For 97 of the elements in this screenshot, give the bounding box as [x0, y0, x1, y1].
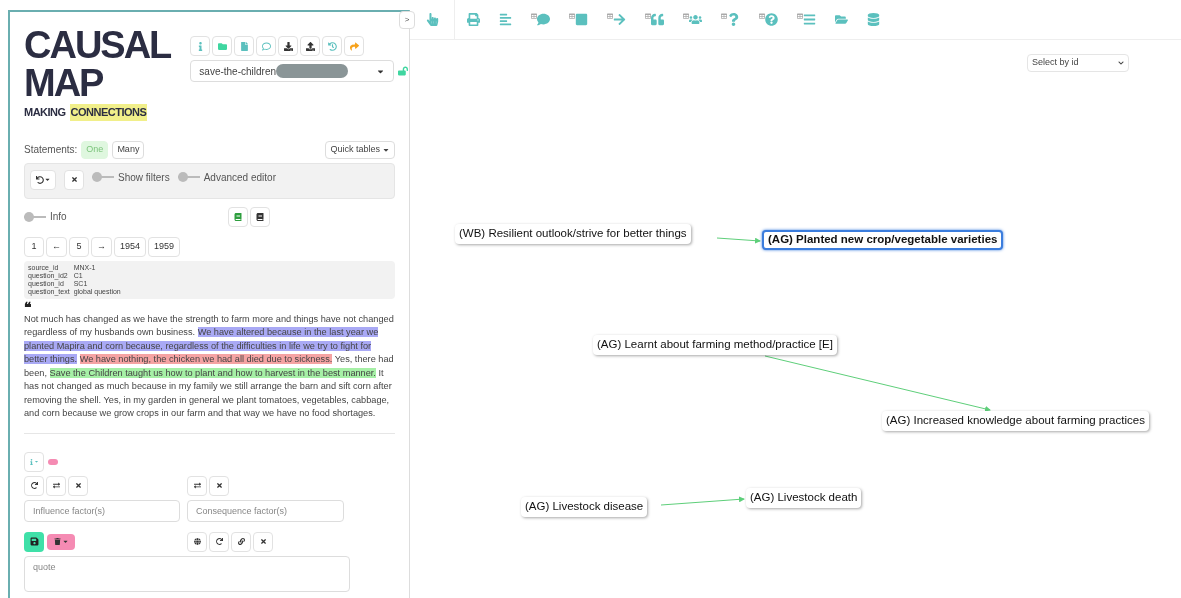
map-node[interactable]: (AG) Livestock disease	[521, 497, 648, 517]
globe-button[interactable]	[187, 531, 207, 552]
file-button[interactable]	[234, 36, 255, 56]
swap-button[interactable]	[46, 475, 66, 496]
pager-button[interactable]: 1	[24, 236, 44, 257]
link-arrow	[716, 237, 761, 244]
hand-pointer-icon[interactable]	[425, 13, 439, 26]
info-button[interactable]	[190, 36, 211, 56]
trash-icon	[53, 538, 61, 545]
statements-label: Statements:	[24, 143, 78, 157]
info-icon	[29, 458, 34, 465]
statements-option[interactable]: Many	[112, 140, 145, 159]
influence-field[interactable]: Influence factor(s)	[24, 499, 180, 522]
quick-tables-button[interactable]: Quick tables	[325, 140, 395, 159]
clear-button[interactable]	[64, 169, 84, 190]
history-icon	[327, 41, 337, 51]
toggle-label: Advanced editor	[203, 170, 276, 185]
table-comment-icon[interactable]	[531, 13, 550, 26]
collapse-button[interactable]: >	[399, 11, 415, 29]
upload-button[interactable]	[300, 36, 321, 56]
logo-title: MAP	[24, 64, 104, 102]
pager-button[interactable]: 5	[69, 236, 89, 257]
toggle-label: Show filters	[118, 170, 170, 185]
pager-button[interactable]: 1959	[148, 236, 181, 257]
database-icon[interactable]	[867, 13, 880, 26]
refresh-button[interactable]	[24, 475, 44, 496]
save-icon	[29, 537, 39, 546]
select-by-id[interactable]: Select by id	[1027, 54, 1129, 72]
consequence-field[interactable]: Consequence factor(s)	[187, 499, 344, 522]
close-icon	[74, 482, 82, 489]
delete-button[interactable]	[47, 533, 75, 550]
clear-button[interactable]	[253, 531, 273, 552]
download-icon	[283, 41, 293, 51]
pager-button[interactable]: →	[91, 236, 112, 257]
book-button[interactable]	[250, 206, 270, 227]
swap-icon	[193, 482, 201, 489]
swap-button[interactable]	[187, 475, 207, 496]
tag-pill	[48, 458, 58, 465]
pager-button[interactable]: ←	[46, 236, 67, 257]
close-icon	[215, 482, 223, 489]
toggle-switch[interactable]	[24, 211, 46, 222]
logo-tagline: CONNECTIONS	[69, 104, 148, 121]
toggle-switch[interactable]	[177, 172, 200, 182]
file-icon	[239, 41, 249, 51]
book-icon	[234, 212, 242, 221]
table-bars-icon[interactable]	[797, 13, 816, 26]
share-icon	[349, 41, 359, 51]
comment-icon	[261, 41, 271, 51]
caret-icon	[61, 538, 69, 545]
print-icon[interactable]	[467, 13, 480, 26]
table-square-icon[interactable]	[569, 13, 588, 26]
close-icon	[70, 176, 78, 183]
caret-icon	[43, 176, 51, 183]
table-users-icon[interactable]	[683, 13, 702, 26]
link-button[interactable]	[231, 531, 251, 552]
folder-icon	[217, 41, 227, 51]
refresh-icon	[30, 482, 38, 489]
toggle-label: Info	[50, 210, 67, 224]
project-select[interactable]: save-the-children	[190, 60, 395, 82]
undo-button[interactable]	[30, 169, 56, 190]
caret-icon	[34, 459, 39, 464]
quote-mark: ❝	[24, 300, 33, 313]
close-icon	[259, 538, 267, 545]
refresh-icon	[215, 538, 223, 545]
link-icon	[237, 538, 245, 545]
globe-icon	[193, 538, 201, 545]
table-question-icon[interactable]	[721, 13, 740, 26]
map-node[interactable]: (WB) Resilient outlook/strive for better things	[455, 224, 691, 244]
folder-open-icon[interactable]	[835, 13, 848, 26]
map-node[interactable]: (AG) Planted new crop/vegetable varieties	[762, 230, 1004, 250]
undo-icon	[35, 175, 44, 184]
clear-button[interactable]	[209, 475, 229, 496]
upload-icon	[305, 41, 315, 51]
logo-title: CAUSAL	[24, 26, 171, 64]
swap-icon	[52, 482, 60, 489]
align-left-icon[interactable]	[499, 13, 512, 26]
book-icon	[256, 212, 264, 221]
table-question-circle-icon[interactable]	[759, 13, 778, 26]
lock-toggle[interactable]	[398, 66, 409, 76]
pager-button[interactable]: 1954	[114, 236, 147, 257]
clear-button[interactable]	[68, 475, 88, 496]
toggle-switch[interactable]	[92, 172, 114, 182]
folder-button[interactable]	[212, 36, 233, 56]
share-button[interactable]	[344, 36, 365, 56]
refresh-button[interactable]	[209, 531, 229, 552]
logo-tagline: MAKING	[24, 105, 66, 120]
chevron-down-icon	[1118, 60, 1124, 66]
map-node[interactable]: (AG) Learnt about farming method/practice [E]	[593, 335, 837, 355]
map-node[interactable]: (AG) Livestock death	[746, 488, 862, 508]
download-button[interactable]	[278, 36, 299, 56]
table-quote-icon[interactable]	[645, 13, 664, 26]
statement-text: Not much has changed as we have the strength to farm more and things have not changed regardless of my husbands own business. We have altered because in the last year we planted Mapira and corn because, regardless of the difficulties in life we try to fight for better things. We have nothing, the chicken we had all died due to sickness. Yes, there had been, Save the Children taught us how to plant and how to harvest in the best manner. It has not changed as much because in my family we still arrange the barn and sift corn after removing the shell. Yes, in my garden in general we plant tomatoes, vegetables, cabbage, and corn because we grow crops in our farm and that way we have no food shortages.	[24, 312, 395, 420]
save-button[interactable]	[24, 531, 44, 552]
table-arrow-icon[interactable]	[607, 13, 626, 26]
map-node[interactable]: (AG) Increased knowledge about farming practices	[882, 411, 1149, 431]
quote-field[interactable]: quote	[24, 555, 350, 592]
unlock-icon	[398, 66, 409, 76]
